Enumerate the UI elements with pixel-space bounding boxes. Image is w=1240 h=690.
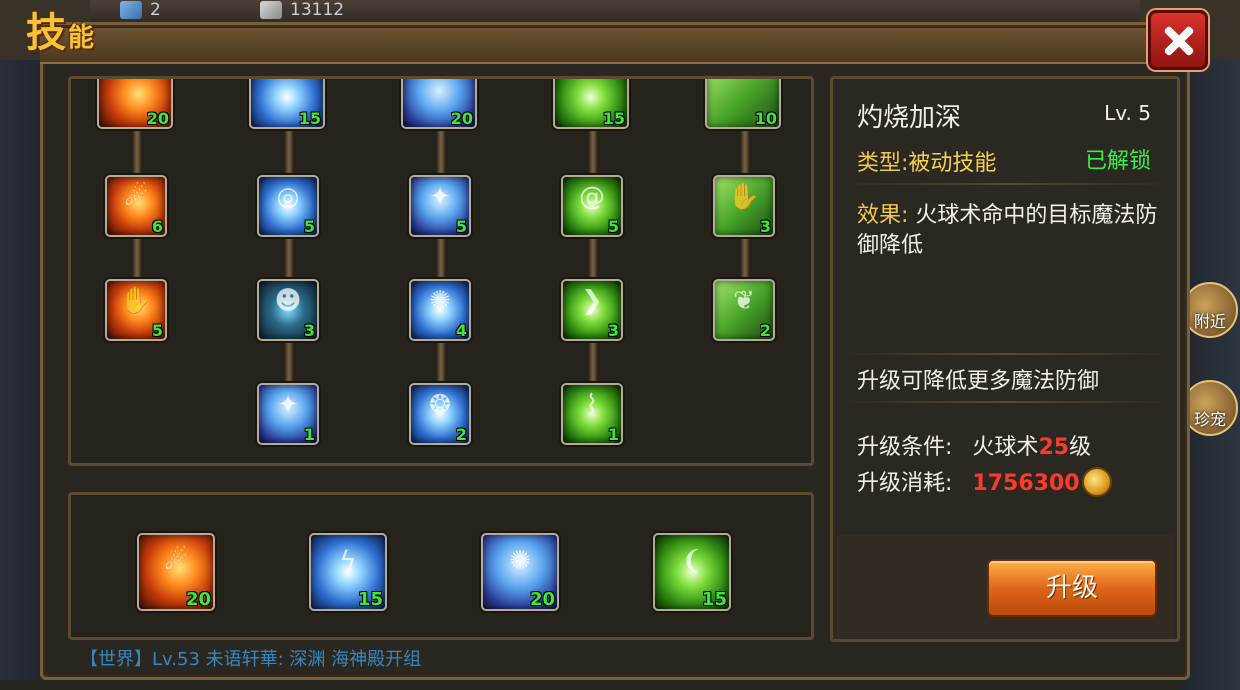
- tornado-icon[interactable]: ⌇ 1: [561, 383, 623, 445]
- tree-connector: [740, 235, 750, 281]
- tree-connector: [284, 131, 294, 177]
- tree-connector: [436, 131, 446, 177]
- skill-name: 灼烧加深: [857, 103, 962, 133]
- tree-connector: [588, 131, 598, 177]
- tree-connector: [284, 235, 294, 281]
- skill-info-panel: 灼烧加深 Lv. 5 类型:被动技能 已解锁 效果: 火球术命中的目标魔法防御降…: [830, 76, 1180, 642]
- wind-slash-icon[interactable]: 15: [553, 79, 629, 129]
- tree-connector: [132, 131, 142, 177]
- window-title: 技能: [26, 10, 95, 56]
- equipped-lightning-icon[interactable]: ϟ 15: [309, 533, 387, 611]
- equipped-skills-panel: ☄ 20 ϟ 15 ✺ 20 ❨ 15: [68, 492, 814, 640]
- skill-effect: 效果: 火球术命中的目标魔法防御降低: [857, 203, 1158, 258]
- gem-counter: 2: [120, 0, 161, 22]
- equipped-wind-slash-icon[interactable]: ❨ 15: [653, 533, 731, 611]
- close-icon[interactable]: [1148, 10, 1208, 70]
- unlock-status: 已解锁: [1084, 149, 1151, 174]
- divider: [841, 183, 1171, 185]
- divider: [841, 401, 1171, 403]
- nature-hand-icon[interactable]: ✋ 3: [713, 175, 775, 237]
- fireball-icon[interactable]: 20: [97, 79, 173, 129]
- ice-drop-icon[interactable]: ✦ 1: [257, 383, 319, 445]
- tree-connector: [436, 339, 446, 385]
- upgrade-condition: 升级条件: 火球术25级: [857, 435, 1092, 460]
- upgrade-note: 升级可降低更多魔法防御: [857, 369, 1100, 394]
- wind-blade-icon[interactable]: ❯ 3: [561, 279, 623, 341]
- tree-connector: [132, 235, 142, 281]
- fire-hand-icon[interactable]: ✋ 5: [105, 279, 167, 341]
- light-orb-icon[interactable]: 20: [401, 79, 477, 129]
- ice-drop-icon[interactable]: ✦ 5: [409, 175, 471, 237]
- tree-connector: [284, 339, 294, 385]
- tree-connector: [740, 131, 750, 177]
- vortex-icon[interactable]: ◎ 5: [257, 175, 319, 237]
- tree-connector: [588, 235, 598, 281]
- lightning-icon[interactable]: 15: [249, 79, 325, 129]
- upgrade-cost: 升级消耗: 1756300: [857, 465, 1112, 499]
- fire-streak-icon[interactable]: ☄ 6: [105, 175, 167, 237]
- silver-icon: [260, 1, 282, 19]
- skill-level: Lv. 5: [1104, 101, 1151, 125]
- equipped-light-orb-icon[interactable]: ✺ 20: [481, 533, 559, 611]
- equipped-fireball-icon[interactable]: ☄ 20: [137, 533, 215, 611]
- energy-burst-icon[interactable]: ✺ 4: [409, 279, 471, 341]
- title-bar: [40, 28, 1150, 64]
- skill-type: 类型:被动技能: [857, 151, 997, 176]
- skill-tree-panel: 20 15 20 15 10 ☄ 6 ◎ 5 ✦ 5 @5 ✋ 3 ✋ 5 ☻ 3 ✺ 4 ❯…: [68, 76, 814, 466]
- nature-ward-icon[interactable]: 10: [705, 79, 781, 129]
- tree-connector: [588, 339, 598, 385]
- gem-icon: [120, 1, 142, 19]
- shadow-figure-icon[interactable]: ☻ 3: [257, 279, 319, 341]
- gold-coin-icon: [1081, 467, 1112, 497]
- leaf-icon[interactable]: ❦ 2: [713, 279, 775, 341]
- world-chat-line: 【世界】Lv.53 未语轩華: 深渊 海神殿开组: [80, 649, 422, 670]
- divider: [841, 353, 1171, 355]
- upgrade-button[interactable]: 升级: [987, 559, 1157, 617]
- nearby-button[interactable]: 附近: [1182, 282, 1238, 338]
- tree-connector: [436, 235, 446, 281]
- treasure-pet-button[interactable]: 珍宠: [1182, 380, 1238, 436]
- green-swirl-icon[interactable]: @5: [561, 175, 623, 237]
- gold-counter: 13112: [260, 0, 344, 22]
- rune-circle-icon[interactable]: ❂ 2: [409, 383, 471, 445]
